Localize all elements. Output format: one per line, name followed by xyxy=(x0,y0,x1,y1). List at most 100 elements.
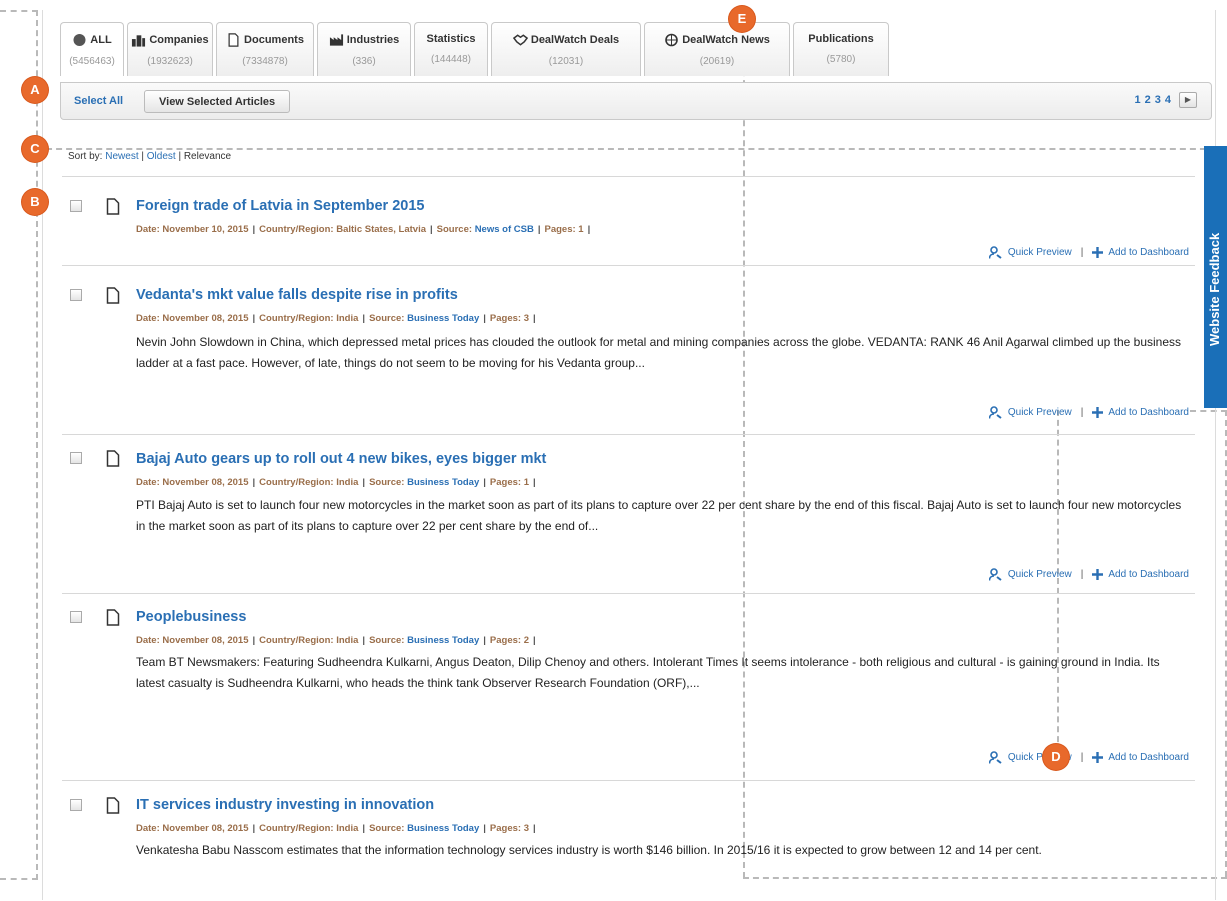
article-checkbox[interactable] xyxy=(70,611,82,623)
feedback-label: Website Feedback xyxy=(1207,232,1222,346)
tab-dealwatch-news[interactable]: DealWatch News (20619) xyxy=(644,22,790,76)
source-link[interactable]: Business Today xyxy=(407,635,479,646)
quick-preview-link[interactable]: Quick Preview xyxy=(988,568,1072,581)
tab-statistics[interactable]: Statistics (144448) xyxy=(414,22,488,76)
handshake-icon xyxy=(512,34,528,46)
source-link[interactable]: Business Today xyxy=(407,823,479,834)
article-meta: Date: November 08, 2015 | Country/Region: … xyxy=(136,635,536,646)
marker-b: B xyxy=(22,189,48,215)
document-icon xyxy=(106,450,120,467)
article-item: Bajaj Auto gears up to roll out 4 new bi… xyxy=(62,434,1195,593)
tab-companies[interactable]: Companies (1932623) xyxy=(127,22,213,76)
tab-count: (144448) xyxy=(430,54,472,65)
quick-preview-link[interactable]: Quick Preview xyxy=(988,406,1072,419)
tab-publications[interactable]: Publications (5780) xyxy=(793,22,889,76)
factory-icon xyxy=(329,34,343,46)
marker-e: E xyxy=(729,6,755,32)
source-link[interactable]: Business Today xyxy=(407,313,479,324)
guide-line-top xyxy=(0,10,38,12)
document-icon xyxy=(106,797,120,814)
sort-relevance: Relevance xyxy=(183,151,232,162)
tab-documents[interactable]: Documents (7334878) xyxy=(216,22,314,76)
article-summary: PTI Bajaj Auto is set to launch four new… xyxy=(136,498,1182,533)
add-to-dashboard-link[interactable]: Add to Dashboard xyxy=(1092,752,1189,763)
page-link-4[interactable]: 4 xyxy=(1165,94,1171,106)
article-meta: Date: November 08, 2015 | Country/Region: … xyxy=(136,477,536,488)
tab-label: Industries xyxy=(346,34,400,46)
sort-oldest-link[interactable]: Oldest xyxy=(147,151,176,162)
preview-user-icon xyxy=(988,246,1002,259)
tab-count: (12031) xyxy=(548,56,584,67)
view-selected-articles-button[interactable]: View Selected Articles xyxy=(144,90,291,113)
sort-label: Sort by: xyxy=(68,151,106,162)
sort-newest-link[interactable]: Newest xyxy=(105,151,138,162)
quick-preview-link[interactable]: Quick Preview xyxy=(988,246,1072,259)
document-icon xyxy=(228,33,239,47)
article-actions: Quick Preview | Add to Dashboard xyxy=(988,246,1189,259)
tab-label: DealWatch Deals xyxy=(530,34,620,46)
article-actions: Quick Preview | Add to Dashboard xyxy=(988,568,1189,581)
article-meta: Date: November 08, 2015 | Country/Region: … xyxy=(136,313,536,324)
article-summary: Team BT Newsmakers: Featuring Sudheendra… xyxy=(136,655,1160,690)
plus-icon xyxy=(1092,752,1104,763)
companies-icon xyxy=(132,35,146,47)
article-title-link[interactable]: IT services industry investing in innova… xyxy=(136,797,434,813)
plus-icon xyxy=(1092,569,1104,580)
article-checkbox[interactable] xyxy=(70,200,82,212)
sort-divider: | xyxy=(138,151,147,162)
article-meta: Date: November 10, 2015 | Country/Region: … xyxy=(136,224,591,235)
add-to-dashboard-link[interactable]: Add to Dashboard xyxy=(1092,247,1189,258)
tab-label: ALL xyxy=(90,34,112,46)
article-list: Foreign trade of Latvia in September 201… xyxy=(62,176,1195,901)
article-item: IT services industry investing in innova… xyxy=(62,780,1195,901)
website-feedback-tab[interactable]: Website Feedback xyxy=(1204,146,1227,408)
article-item: Vedanta's mkt value falls despite rise i… xyxy=(62,265,1195,434)
tab-count: (5456463) xyxy=(69,56,115,67)
marker-d: D xyxy=(1043,744,1069,770)
news-globe-icon xyxy=(665,33,678,47)
plus-icon xyxy=(1092,247,1104,258)
source-link[interactable]: Business Today xyxy=(407,477,479,488)
add-to-dashboard-link[interactable]: Add to Dashboard xyxy=(1092,407,1189,418)
action-bar: Select All View Selected Articles 1 2 3 … xyxy=(60,82,1212,120)
tab-label: Statistics xyxy=(426,33,476,45)
source-link[interactable]: News of CSB xyxy=(475,224,534,235)
article-checkbox[interactable] xyxy=(70,289,82,301)
category-tabs: ALL (5456463) Companies (1932623) Docume… xyxy=(60,22,889,76)
tab-count: (336) xyxy=(352,56,376,67)
document-icon xyxy=(106,287,120,304)
plus-icon xyxy=(1092,407,1104,418)
sort-divider: | xyxy=(175,151,184,162)
article-actions: Quick Preview | Add to Dashboard xyxy=(988,751,1189,764)
select-all-link[interactable]: Select All xyxy=(74,95,123,107)
page-link-3[interactable]: 3 xyxy=(1155,94,1161,106)
article-item: Foreign trade of Latvia in September 201… xyxy=(62,176,1195,265)
guide-line-bottom-left xyxy=(0,878,38,880)
article-actions: Quick Preview | Add to Dashboard xyxy=(988,406,1189,419)
tab-all[interactable]: ALL (5456463) xyxy=(60,22,124,76)
article-title-link[interactable]: Bajaj Auto gears up to roll out 4 new bi… xyxy=(136,451,546,467)
preview-user-icon xyxy=(988,751,1002,764)
article-title-link[interactable]: Vedanta's mkt value falls despite rise i… xyxy=(136,287,458,303)
globe-icon xyxy=(73,34,86,46)
article-checkbox[interactable] xyxy=(70,452,82,464)
document-icon xyxy=(106,609,120,626)
preview-user-icon xyxy=(988,568,1002,581)
tab-count: (20619) xyxy=(699,56,735,67)
tab-count: (1932623) xyxy=(147,56,193,67)
article-title-link[interactable]: Foreign trade of Latvia in September 201… xyxy=(136,198,424,214)
page-link-1[interactable]: 1 xyxy=(1135,94,1141,106)
tab-dealwatch-deals[interactable]: DealWatch Deals (12031) xyxy=(491,22,641,76)
document-icon xyxy=(106,198,120,215)
article-title-link[interactable]: Peoplebusiness xyxy=(136,609,246,625)
page-link-2[interactable]: 2 xyxy=(1145,94,1151,106)
tab-label: Companies xyxy=(149,34,209,46)
next-page-button[interactable]: ▶ xyxy=(1179,92,1197,108)
tab-industries[interactable]: Industries (336) xyxy=(317,22,411,76)
article-checkbox[interactable] xyxy=(70,799,82,811)
tab-label: Publications xyxy=(808,33,874,45)
article-summary: Venkatesha Babu Nasscom estimates that t… xyxy=(136,843,1042,857)
sort-bar: Sort by: Newest | Oldest | Relevance xyxy=(68,151,231,162)
marker-c: C xyxy=(22,136,48,162)
add-to-dashboard-link[interactable]: Add to Dashboard xyxy=(1092,569,1189,580)
